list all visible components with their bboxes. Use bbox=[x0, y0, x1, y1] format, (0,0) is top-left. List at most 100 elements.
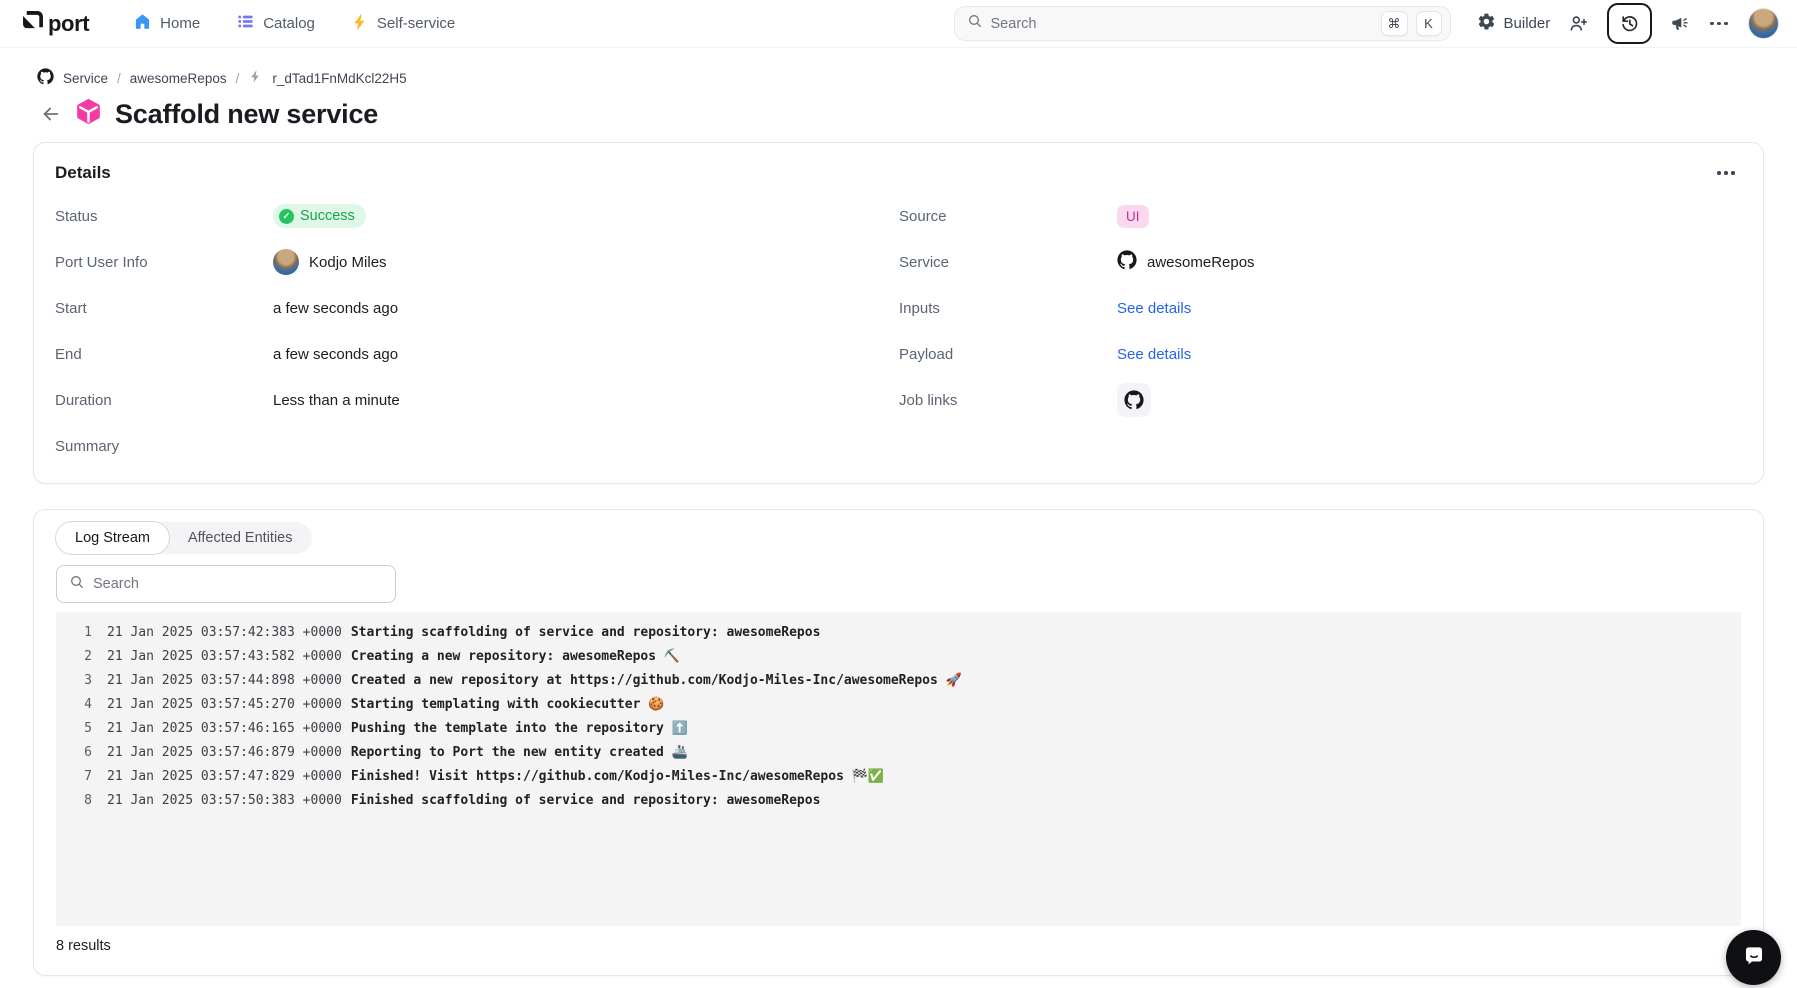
top-navbar: port Home Catalog Self-service bbox=[0, 0, 1797, 48]
detail-row-inputs: Inputs See details bbox=[899, 285, 1741, 331]
detail-row-duration: Duration Less than a minute bbox=[55, 377, 899, 423]
log-search bbox=[56, 565, 396, 603]
log-tabs: Log Stream Affected Entities bbox=[56, 522, 312, 554]
detail-row-source: Source UI bbox=[899, 193, 1741, 239]
service-name: awesomeRepos bbox=[1147, 254, 1255, 271]
job-link-github-button[interactable] bbox=[1117, 383, 1151, 417]
builder-button[interactable]: Builder bbox=[1477, 12, 1551, 35]
k-key-badge: K bbox=[1416, 11, 1442, 36]
details-left-column: Status ✓ Success Port User Info Kodjo Mi… bbox=[55, 193, 899, 469]
detail-label: Service bbox=[899, 254, 1117, 271]
details-grid: Status ✓ Success Port User Info Kodjo Mi… bbox=[55, 193, 1741, 469]
details-heading: Details bbox=[55, 163, 1741, 183]
log-timestamp: 21 Jan 2025 03:57:45:270 +0000 bbox=[107, 693, 342, 717]
details-card: Details Status ✓ Success Port User Info … bbox=[33, 142, 1764, 484]
search-input[interactable] bbox=[991, 16, 1373, 32]
log-stream-viewport[interactable]: 1 21 Jan 2025 03:57:42:383 +0000 Starting … bbox=[56, 612, 1741, 926]
log-line: 521 Jan 2025 03:57:46:165 +0000Pushing t… bbox=[66, 717, 1731, 741]
detail-row-end: End a few seconds ago bbox=[55, 331, 899, 377]
duration-value: Less than a minute bbox=[273, 392, 400, 409]
tab-affected-entities[interactable]: Affected Entities bbox=[169, 522, 312, 554]
log-line: 1 21 Jan 2025 03:57:42:383 +0000 Starting … bbox=[66, 621, 1731, 645]
log-line-number: 7 bbox=[66, 765, 92, 789]
log-message: Reporting to Port the new entity created… bbox=[351, 741, 688, 765]
user-avatar[interactable] bbox=[1748, 8, 1779, 39]
detail-row-start: Start a few seconds ago bbox=[55, 285, 899, 331]
log-message: Finished! Visit https://github.com/Kodjo… bbox=[351, 765, 884, 789]
log-message: Starting templating with cookiecutter 🍪 bbox=[351, 693, 665, 717]
detail-label: Start bbox=[55, 300, 273, 317]
back-arrow-icon[interactable] bbox=[40, 103, 62, 125]
check-icon: ✓ bbox=[279, 209, 294, 224]
header-actions: Builder bbox=[1477, 3, 1779, 44]
log-timestamp: 21 Jan 2025 03:57:43:582 +0000 bbox=[107, 645, 342, 669]
detail-label: Source bbox=[899, 208, 1117, 225]
nav-item-catalog[interactable]: Catalog bbox=[236, 12, 315, 35]
log-timestamp: 21 Jan 2025 03:57:44:898 +0000 bbox=[107, 669, 342, 693]
detail-label: Duration bbox=[55, 392, 273, 409]
breadcrumb-entity[interactable]: awesomeRepos bbox=[130, 71, 227, 86]
tab-log-stream[interactable]: Log Stream bbox=[55, 521, 170, 555]
port-logo-icon bbox=[20, 8, 46, 39]
detail-row-summary: Summary bbox=[55, 423, 899, 469]
inputs-see-details-link[interactable]: See details bbox=[1117, 300, 1191, 317]
log-line-number: 1 bbox=[66, 621, 92, 645]
log-search-input[interactable] bbox=[93, 576, 383, 592]
results-count: 8 results bbox=[56, 938, 1741, 954]
user-mini-avatar bbox=[273, 249, 299, 275]
page-title: Scaffold new service bbox=[115, 99, 378, 130]
log-line: 821 Jan 2025 03:57:50:383 +0000Finished … bbox=[66, 789, 1731, 813]
nav-item-home[interactable]: Home bbox=[133, 12, 200, 35]
nav-label: Catalog bbox=[263, 15, 315, 32]
log-timestamp: 21 Jan 2025 03:57:42:383 +0000 bbox=[107, 621, 342, 645]
lightning-icon bbox=[351, 13, 369, 35]
log-timestamp: 21 Jan 2025 03:57:46:165 +0000 bbox=[107, 717, 342, 741]
log-message: Finished scaffolding of service and repo… bbox=[351, 789, 821, 813]
breadcrumb-service[interactable]: Service bbox=[63, 71, 108, 86]
log-message: Creating a new repository: awesomeRepos … bbox=[351, 645, 680, 669]
log-message: Starting scaffolding of service and repo… bbox=[351, 621, 821, 645]
details-more-button[interactable] bbox=[1715, 167, 1737, 179]
detail-label: End bbox=[55, 346, 273, 363]
log-line: 321 Jan 2025 03:57:44:898 +0000Created a… bbox=[66, 669, 1731, 693]
invite-user-button[interactable] bbox=[1568, 13, 1589, 34]
log-line: 721 Jan 2025 03:57:47:829 +0000Finished!… bbox=[66, 765, 1731, 789]
main-nav: Home Catalog Self-service bbox=[133, 12, 455, 35]
breadcrumb-separator: / bbox=[236, 71, 240, 86]
port-logo-text: port bbox=[48, 11, 89, 37]
breadcrumb: Service / awesomeRepos / r_dTad1FnMdKcl2… bbox=[37, 68, 1797, 88]
log-line-number: 5 bbox=[66, 717, 92, 741]
chat-launcher-button[interactable] bbox=[1726, 930, 1781, 985]
details-right-column: Source UI Service awesomeRepos Inputs Se… bbox=[899, 193, 1741, 469]
detail-label: Inputs bbox=[899, 300, 1117, 317]
breadcrumb-run-id[interactable]: r_dTad1FnMdKcl22H5 bbox=[272, 71, 406, 86]
global-search: ⌘ K bbox=[954, 6, 1451, 41]
detail-label: Job links bbox=[899, 392, 1117, 409]
detail-row-status: Status ✓ Success bbox=[55, 193, 899, 239]
port-logo[interactable]: port bbox=[20, 8, 89, 39]
catalog-list-icon bbox=[236, 12, 255, 35]
start-value: a few seconds ago bbox=[273, 300, 398, 317]
announcement-icon[interactable] bbox=[1670, 14, 1690, 34]
nav-label: Self-service bbox=[377, 15, 455, 32]
log-line: 221 Jan 2025 03:57:43:582 +0000Creating … bbox=[66, 645, 1731, 669]
log-line-number: 3 bbox=[66, 669, 92, 693]
detail-row-user: Port User Info Kodjo Miles bbox=[55, 239, 899, 285]
nav-label: Home bbox=[160, 15, 200, 32]
log-line-number: 4 bbox=[66, 693, 92, 717]
nav-item-self-service[interactable]: Self-service bbox=[351, 13, 455, 35]
more-options-button[interactable] bbox=[1708, 18, 1730, 30]
payload-see-details-link[interactable]: See details bbox=[1117, 346, 1191, 363]
search-icon bbox=[967, 13, 983, 34]
log-timestamp: 21 Jan 2025 03:57:46:879 +0000 bbox=[107, 741, 342, 765]
source-badge: UI bbox=[1117, 205, 1149, 228]
service-entity[interactable]: awesomeRepos bbox=[1117, 250, 1255, 274]
github-icon bbox=[1117, 250, 1137, 274]
log-line-number: 6 bbox=[66, 741, 92, 765]
lightning-icon bbox=[248, 69, 263, 87]
runs-history-button[interactable] bbox=[1607, 3, 1652, 44]
detail-label: Payload bbox=[899, 346, 1117, 363]
log-line-number: 8 bbox=[66, 789, 92, 813]
log-line: 6 21 Jan 2025 03:57:46:879 +0000 Reporting… bbox=[66, 741, 1731, 765]
breadcrumb-separator: / bbox=[117, 71, 121, 86]
